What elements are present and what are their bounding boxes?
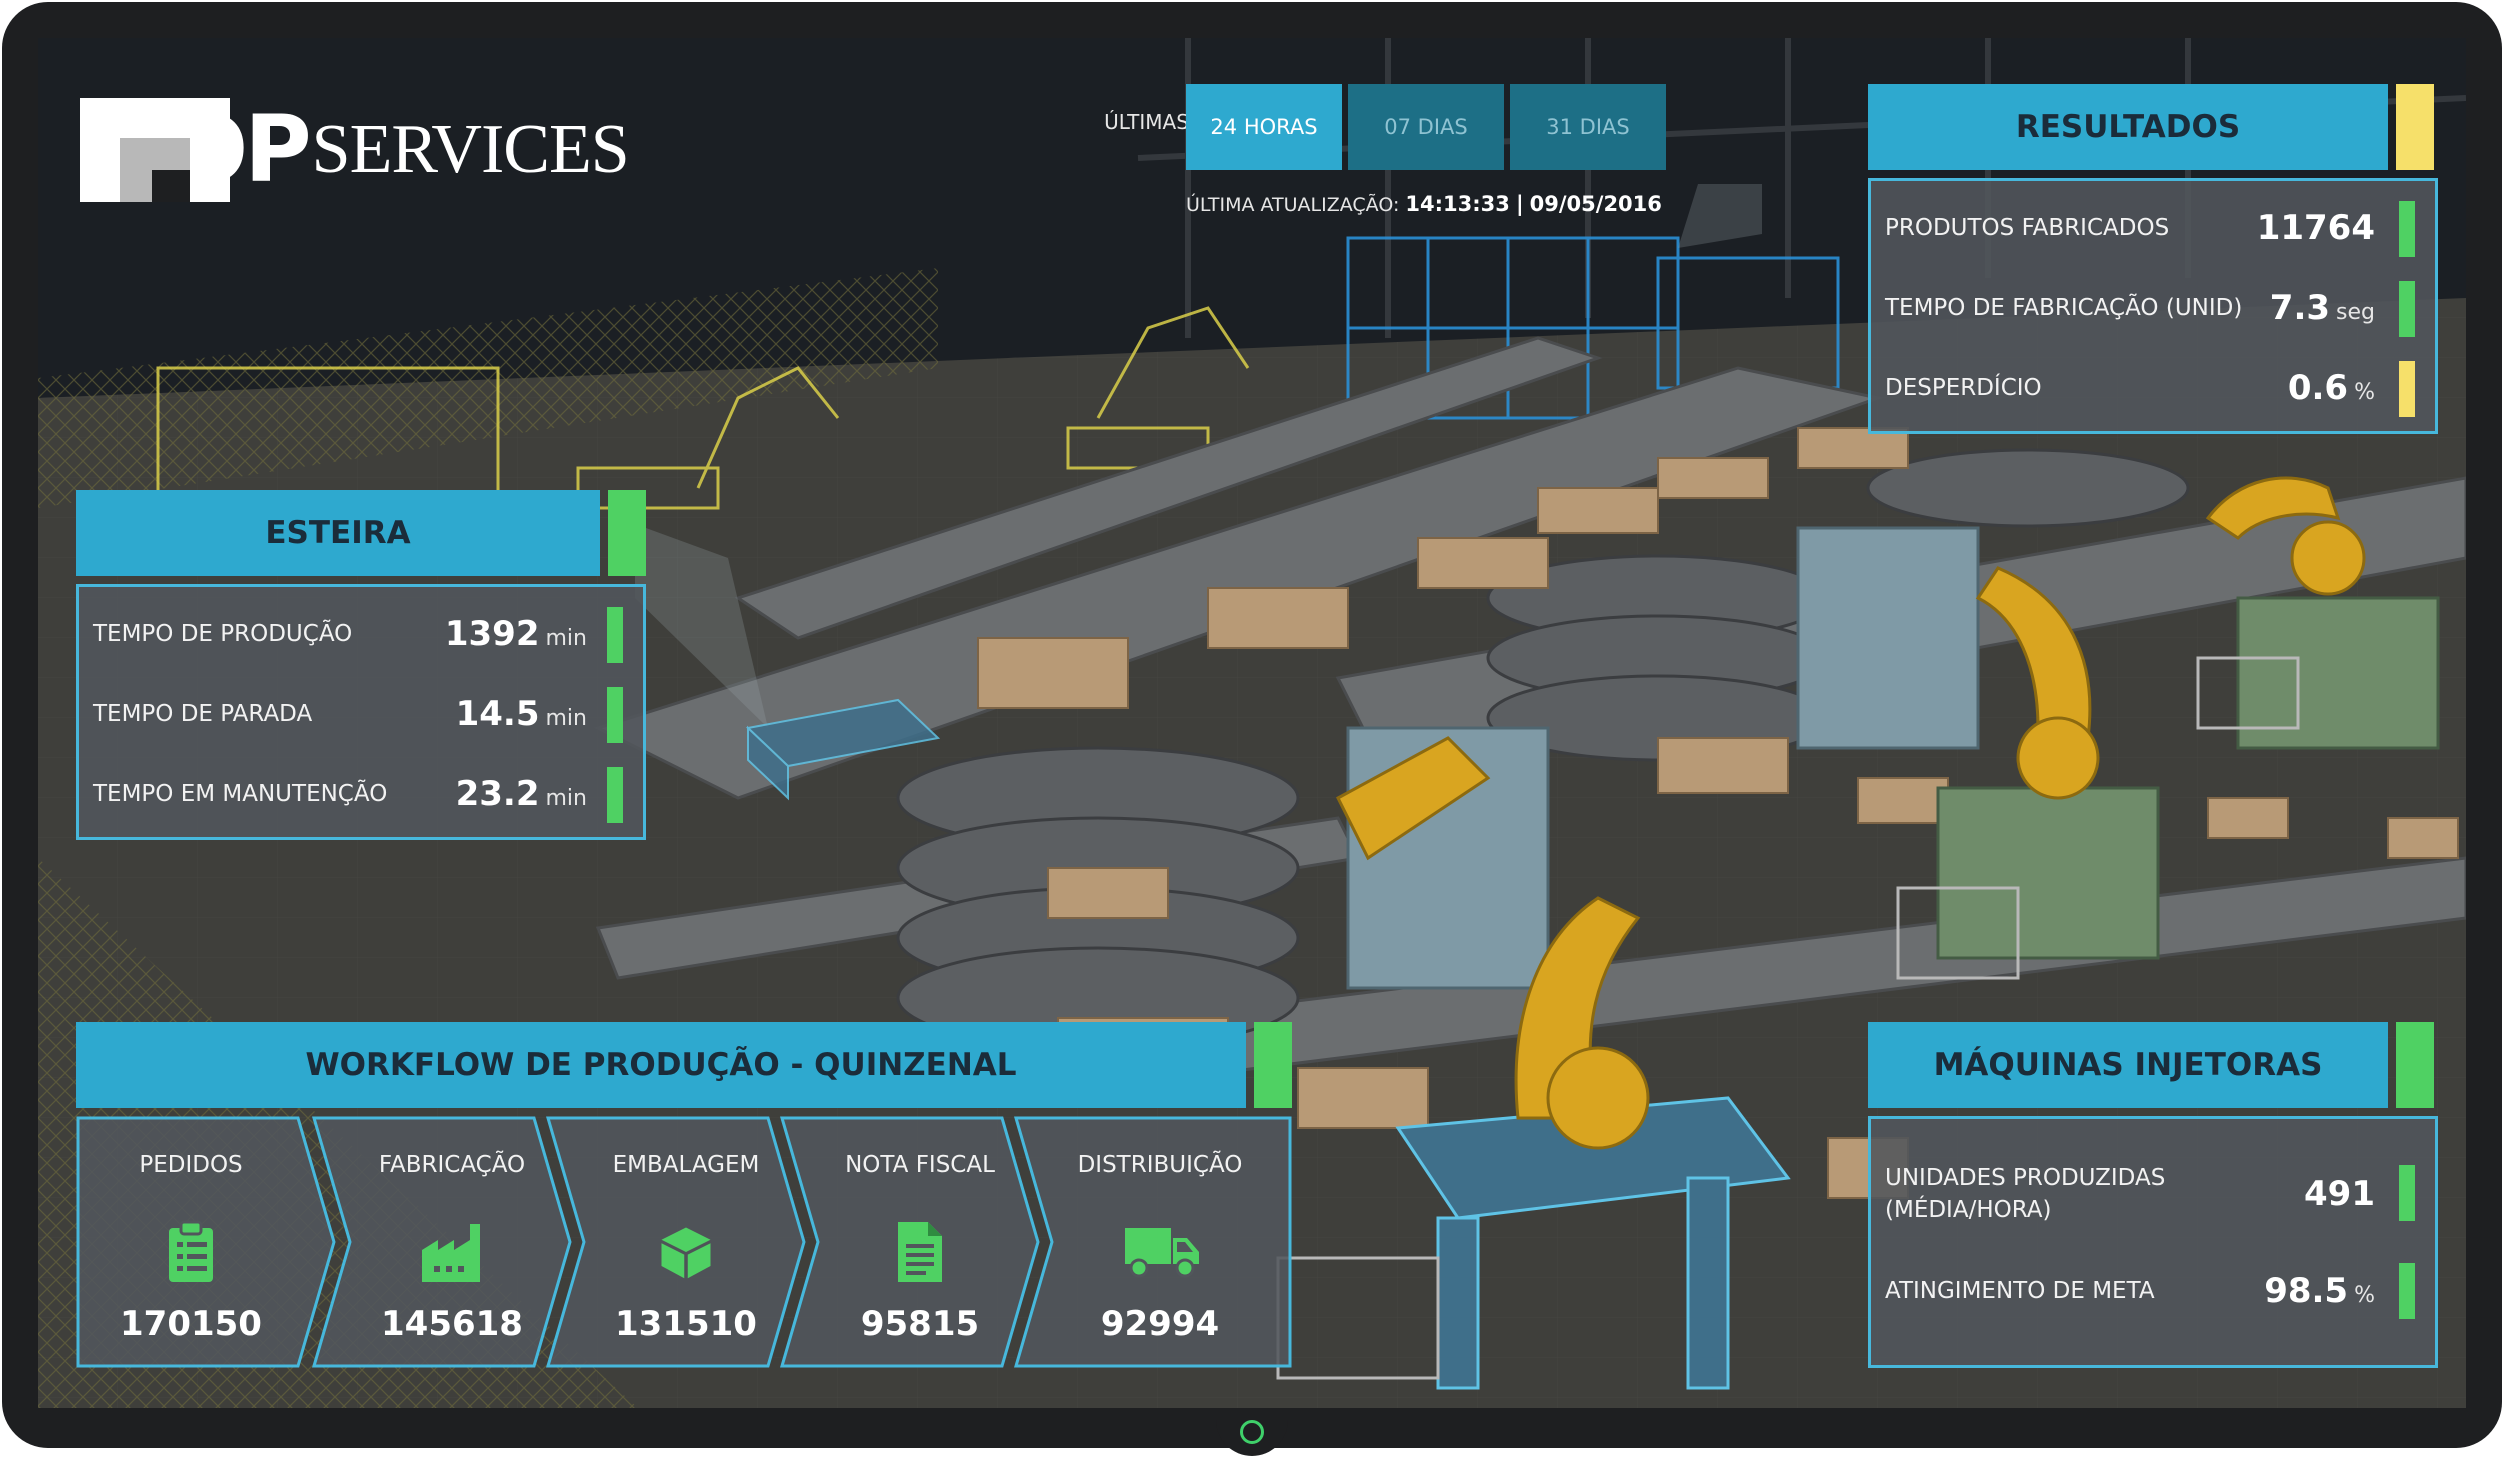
unidades-produzidas-status [2399, 1165, 2415, 1221]
tempo-fabricacao-value: 7.3 seg [2270, 288, 2375, 328]
atingimento-meta-number: 98.5 [2264, 1271, 2349, 1311]
last-update: ÚLTIMA ATUALIZAÇÃO: 14:13:33 | 09/05/201… [1186, 192, 1686, 222]
tempo-producao-number: 1392 [444, 614, 540, 654]
tempo-fabricacao-unit: seg [2336, 300, 2375, 325]
resultados-row: TEMPO DE FABRICAÇÃO (UNID) 7.3 seg [1871, 273, 2435, 343]
tempo-manutencao-number: 23.2 [455, 774, 540, 814]
workflow-title: WORKFLOW DE PRODUÇÃO - QUINZENAL [305, 1047, 1017, 1083]
unidades-produzidas-number: 491 [2304, 1174, 2375, 1214]
esteira-row: TEMPO DE PARADA 14.5 min [79, 679, 643, 749]
esteira-row: TEMPO EM MANUTENÇÃO 23.2 min [79, 759, 643, 829]
desperdicio-unit: % [2354, 380, 2375, 405]
tempo-fabricacao-label: TEMPO DE FABRICAÇÃO (UNID) [1885, 295, 2243, 321]
last-update-time: 14:13:33 [1405, 192, 1510, 216]
tempo-parada-unit: min [545, 706, 588, 731]
tempo-manutencao-unit: min [545, 786, 588, 811]
tempo-manutencao-status [607, 767, 623, 823]
desperdicio-label: DESPERDÍCIO [1885, 375, 2042, 401]
unidades-produzidas-value: 491 [2304, 1174, 2375, 1214]
document-icon [898, 1222, 942, 1282]
dashboard-screen: OP SERVICES ÚLTIMAS... 24 HORAS 07 DIAS … [38, 38, 2466, 1408]
step-label: DISTRIBUIÇÃO [1077, 1152, 1243, 1178]
tempo-fabricacao-number: 7.3 [2269, 288, 2331, 328]
resultados-header-status [2396, 84, 2434, 170]
tempo-producao-unit: min [545, 626, 588, 651]
tempo-producao-value: 1392 min [445, 614, 587, 654]
tempo-parada-status [607, 687, 623, 743]
step-label: FABRICAÇÃO [378, 1152, 526, 1178]
maquinas-header: MÁQUINAS INJETORAS [1868, 1022, 2388, 1108]
atingimento-meta-unit: % [2354, 1283, 2375, 1308]
atingimento-meta-value: 98.5% [2264, 1271, 2375, 1311]
atingimento-meta-label: ATINGIMENTO DE META [1885, 1278, 2155, 1304]
esteira-row: TEMPO DE PRODUÇÃO 1392 min [79, 599, 643, 669]
step-label: NOTA FISCAL [845, 1152, 995, 1178]
maquinas-panel: UNIDADES PRODUZIDAS (MÉDIA/HORA) 491 ATI… [1868, 1116, 2438, 1368]
maquinas-row: UNIDADES PRODUZIDAS (MÉDIA/HORA) 491 [1871, 1139, 2435, 1249]
package-icon [661, 1227, 711, 1279]
resultados-row: PRODUTOS FABRICADOS 11764 [1871, 193, 2435, 263]
tempo-parada-label: TEMPO DE PARADA [93, 701, 313, 727]
step-label: PEDIDOS [139, 1152, 243, 1178]
tempo-manutencao-value: 23.2 min [456, 774, 587, 814]
step-label: EMBALAGEM [612, 1152, 760, 1178]
atingimento-meta-status [2399, 1263, 2415, 1319]
logo-mark-icon [80, 98, 230, 202]
maquinas-title: MÁQUINAS INJETORAS [1933, 1047, 2323, 1083]
last-update-separator: | [1515, 192, 1524, 216]
tempo-fabricacao-status [2399, 281, 2415, 337]
monitor-frame: OP SERVICES ÚLTIMAS... 24 HORAS 07 DIAS … [0, 0, 2504, 1461]
last-update-label: ÚLTIMA ATUALIZAÇÃO: [1186, 194, 1400, 216]
tempo-producao-label: TEMPO DE PRODUÇÃO [93, 621, 353, 647]
desperdicio-status [2399, 361, 2415, 417]
esteira-header: ESTEIRA [76, 490, 600, 576]
unidades-produzidas-line1: UNIDADES PRODUZIDAS [1885, 1165, 2166, 1191]
tempo-manutencao-label: TEMPO EM MANUTENÇÃO [93, 781, 388, 807]
opservices-logo: OP SERVICES [80, 98, 630, 202]
produtos-fabricados-status [2399, 201, 2415, 257]
workflow-step-distribuicao: DISTRIBUIÇÃO 92994 [1014, 1116, 1292, 1368]
workflow-step-pedidos: PEDIDOS 170150 [76, 1116, 336, 1368]
produtos-fabricados-number: 11764 [2256, 208, 2375, 248]
produtos-fabricados-value: 11764 [2257, 208, 2375, 248]
maquinas-header-status [2396, 1022, 2434, 1108]
workflow-header: WORKFLOW DE PRODUÇÃO - QUINZENAL [76, 1022, 1246, 1108]
power-led-icon [1240, 1420, 1264, 1444]
tempo-parada-value: 14.5 min [456, 694, 587, 734]
produtos-fabricados-label: PRODUTOS FABRICADOS [1885, 215, 2170, 241]
unidades-produzidas-line2: (MÉDIA/HORA) [1885, 1197, 2052, 1223]
step-value: 92994 [1100, 1304, 1220, 1344]
desperdicio-value: 0.6% [2288, 368, 2375, 408]
esteira-panel: TEMPO DE PRODUÇÃO 1392 min TEMPO DE PARAD… [76, 584, 646, 840]
workflow-step-nota-fiscal: NOTA FISCAL 95815 [780, 1116, 1040, 1368]
desperdicio-number: 0.6 [2287, 368, 2349, 408]
last-update-date: 09/05/2016 [1529, 192, 1662, 216]
resultados-header: RESULTADOS [1868, 84, 2388, 170]
factory-icon [422, 1224, 480, 1282]
resultados-row: DESPERDÍCIO 0.6% [1871, 353, 2435, 423]
tempo-parada-number: 14.5 [455, 694, 540, 734]
maquinas-row: ATINGIMENTO DE META 98.5% [1871, 1251, 2435, 1331]
workflow-step-embalagem: EMBALAGEM 131510 [546, 1116, 806, 1368]
tempo-producao-status [607, 607, 623, 663]
workflow-header-status [1254, 1022, 1292, 1108]
resultados-title: RESULTADOS [2015, 109, 2241, 145]
truck-icon [1125, 1228, 1199, 1278]
clipboard-icon [169, 1220, 213, 1282]
filter-7d-button[interactable]: 07 DIAS [1348, 84, 1504, 170]
unidades-produzidas-label: UNIDADES PRODUZIDAS (MÉDIA/HORA) [1885, 1162, 2165, 1226]
resultados-panel: PRODUTOS FABRICADOS 11764 TEMPO DE FABRI… [1868, 178, 2438, 434]
step-value: 95815 [860, 1304, 980, 1344]
step-value: 170150 [120, 1304, 262, 1344]
filter-31d-button[interactable]: 31 DIAS [1510, 84, 1666, 170]
logo-services-text: SERVICES [311, 111, 630, 188]
esteira-title: ESTEIRA [265, 515, 411, 551]
esteira-header-status [608, 490, 646, 576]
filter-24h-button[interactable]: 24 HORAS [1186, 84, 1342, 170]
step-value: 145618 [381, 1304, 523, 1344]
step-value: 131510 [615, 1304, 757, 1344]
workflow-step-fabricacao: FABRICAÇÃO 145618 [312, 1116, 572, 1368]
